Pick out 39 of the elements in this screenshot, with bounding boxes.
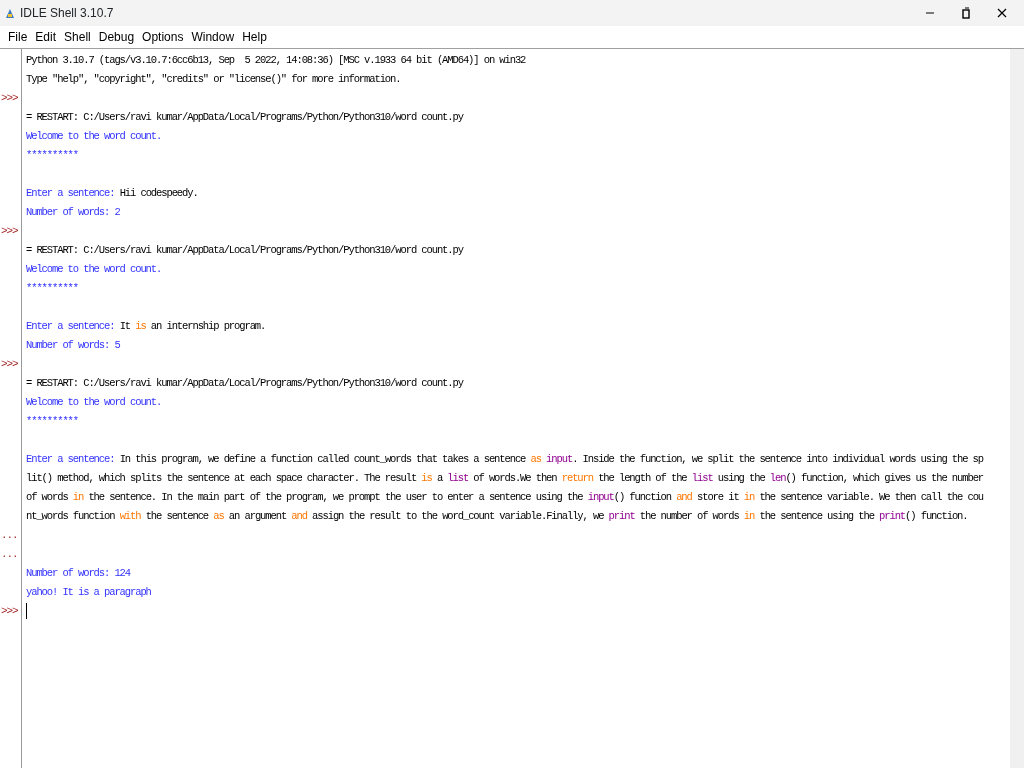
- shell-line: lit() method, which splits the sentence at each space character. The result is a list of words.We then return the length of the list using the len() function, which gives us the number: [26, 472, 984, 484]
- menu-item[interactable]: Help: [238, 28, 271, 46]
- shell-line: nt_words function with the sentence as an argument and assign the result to the word_count variable.Finally, we print the number of words in the sentence using the print() function.: [26, 510, 968, 522]
- shell-line: Python 3.10.7 (tags/v3.10.7:6cc6b13, Sep 5 2022, 14:08:36) [MSC v.1933 64 bit (AMD64)] on win32: [26, 54, 526, 66]
- shell-line: Enter a sentence: It is an internship program.: [26, 320, 266, 332]
- shell-line: Welcome to the word count.: [26, 130, 162, 142]
- shell-line: Type "help", "copyright", "credits" or "license()" for more information.: [26, 73, 401, 85]
- shell-line: **********: [26, 282, 78, 294]
- shell-prompt: >>>: [0, 358, 18, 370]
- shell-line: Enter a sentence: In this program, we define a function called count_words that takes a sentence as input. Inside the function, we split the sentence into individual words using the sp: [26, 453, 984, 465]
- shell-prompt: ...: [0, 548, 18, 560]
- shell-line: Enter a sentence: Hii codespeedy.: [26, 187, 198, 199]
- shell-prompt: >>>: [0, 92, 18, 104]
- close-icon: [997, 8, 1007, 18]
- shell-line: Number of words: 5: [26, 339, 120, 351]
- menu-item[interactable]: Edit: [31, 28, 61, 46]
- shell-line: = RESTART: C:/Users/ravi kumar/AppData/Local/Programs/Python/Python310/word count.py: [26, 111, 463, 123]
- menu-item[interactable]: File: [4, 28, 32, 46]
- window-title: IDLE Shell 3.10.7: [20, 5, 114, 22]
- shell-prompt: >>>: [0, 225, 18, 237]
- shell-line: **********: [26, 149, 78, 161]
- shell-prompt: ...: [0, 529, 18, 541]
- shell-line: Number of words: 124: [26, 567, 131, 579]
- shell-line: Welcome to the word count.: [26, 263, 162, 275]
- shell-line: = RESTART: C:/Users/ravi kumar/AppData/Local/Programs/Python/Python310/word count.py: [26, 244, 463, 256]
- menu-item[interactable]: Debug: [94, 28, 139, 46]
- shell-line: **********: [26, 415, 78, 427]
- scrollbar[interactable]: [1010, 49, 1024, 768]
- app-icon: [4, 7, 16, 19]
- menu-item[interactable]: Window: [187, 28, 239, 46]
- shell-line: Welcome to the word count.: [26, 396, 162, 408]
- shell-line: Number of words: 2: [26, 206, 120, 218]
- shell-line: yahoo! It is a paragraph: [26, 586, 151, 598]
- shell-line: = RESTART: C:/Users/ravi kumar/AppData/Local/Programs/Python/Python310/word count.py: [26, 377, 463, 389]
- menu-item[interactable]: Options: [138, 28, 188, 46]
- shell-prompt: >>>: [0, 605, 18, 617]
- shell-line: of words in the sentence. In the main part of the program, we prompt the user to enter a sentence using the input() function and store it in the sentence variable. We then call the cou: [26, 491, 984, 503]
- restore-icon: [961, 7, 971, 19]
- menu-item[interactable]: Shell: [60, 28, 95, 46]
